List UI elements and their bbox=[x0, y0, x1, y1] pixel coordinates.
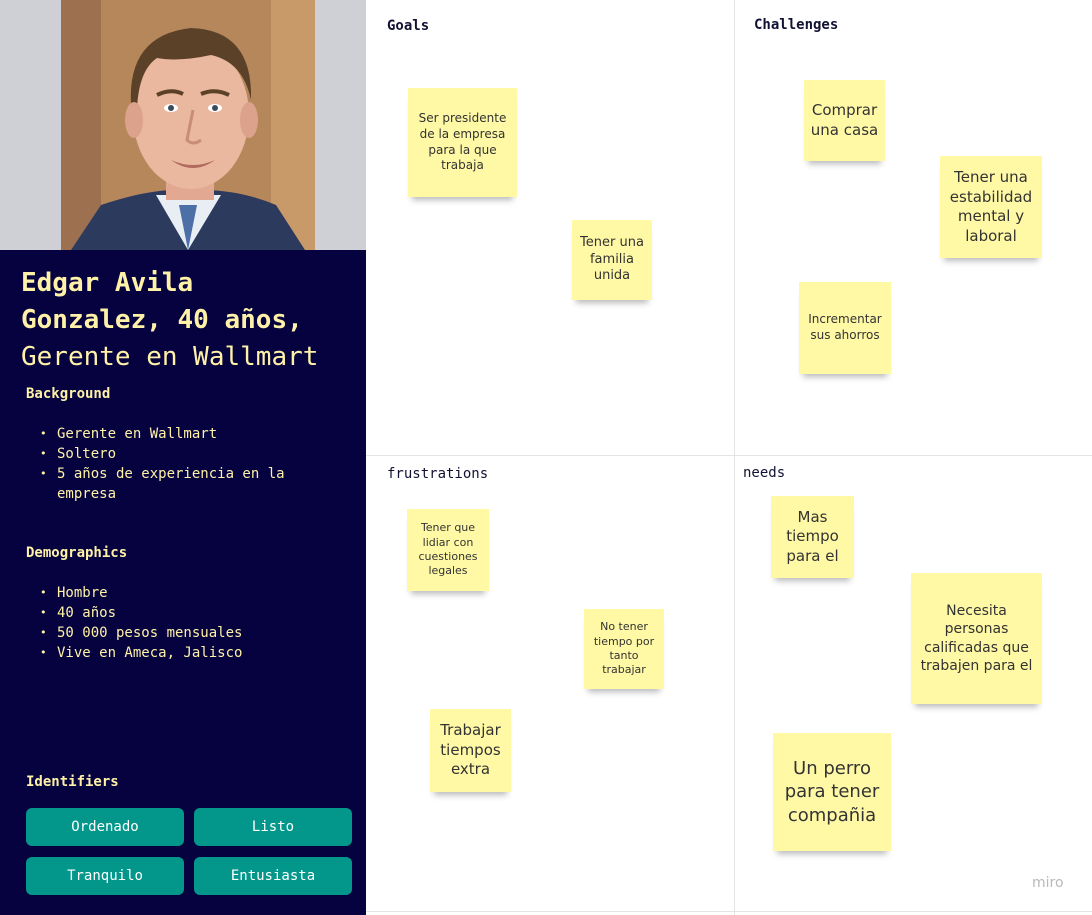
persona-photo bbox=[61, 0, 315, 250]
demographics-title: Demographics bbox=[26, 545, 128, 561]
needs-title: needs bbox=[743, 465, 786, 481]
sticky-note-challenge[interactable]: Incrementar sus ahorros bbox=[799, 282, 891, 374]
persona-panel: Edgar Avila Gonzalez, 40 años, Gerente e… bbox=[0, 0, 366, 915]
sticky-note-frustration[interactable]: Trabajar tiempos extra bbox=[430, 709, 511, 792]
miro-logo: miro bbox=[1032, 875, 1064, 891]
background-item: Gerente en Wallmart bbox=[38, 424, 338, 444]
persona-name-line1: Edgar Avila bbox=[21, 268, 194, 298]
demographics-item: Vive en Ameca, Jalisco bbox=[38, 643, 338, 663]
board-divider-vertical bbox=[734, 0, 735, 915]
demographics-list: Hombre 40 años 50 000 pesos mensuales Vi… bbox=[38, 583, 338, 663]
sticky-note-goal[interactable]: Tener una familia unida bbox=[572, 220, 652, 300]
sticky-note-frustration[interactable]: Tener que lidiar con cuestiones legales bbox=[407, 509, 489, 591]
demographics-item: 50 000 pesos mensuales bbox=[38, 623, 338, 643]
persona-role: Gerente en Wallmart bbox=[21, 342, 319, 372]
identifiers-title: Identifiers bbox=[26, 774, 119, 790]
identifier-tag-tranquilo[interactable]: Tranquilo bbox=[26, 857, 184, 895]
frustrations-title: frustrations bbox=[387, 466, 489, 482]
sticky-note-need[interactable]: Un perro para tener compañia bbox=[773, 733, 891, 851]
identifier-tag-entusiasta[interactable]: Entusiasta bbox=[194, 857, 352, 895]
sticky-note-need[interactable]: Mas tiempo para el bbox=[771, 496, 854, 578]
demographics-item: Hombre bbox=[38, 583, 338, 603]
challenges-title: Challenges bbox=[754, 17, 839, 33]
sticky-note-need[interactable]: Necesita personas calificadas que trabaj… bbox=[911, 573, 1042, 704]
background-list: Gerente en Wallmart Soltero 5 años de ex… bbox=[38, 424, 338, 504]
identifier-tag-ordenado[interactable]: Ordenado bbox=[26, 808, 184, 846]
identifier-tag-listo[interactable]: Listo bbox=[194, 808, 352, 846]
demographics-item: 40 años bbox=[38, 603, 338, 623]
board-divider-horizontal bbox=[366, 455, 1092, 456]
persona-name-line2: Gonzalez, 40 años, bbox=[21, 305, 303, 335]
board-bottom-border bbox=[366, 911, 1092, 912]
goals-title: Goals bbox=[387, 18, 430, 34]
background-title: Background bbox=[26, 386, 111, 402]
background-item: 5 años de experiencia en la empresa bbox=[38, 464, 338, 504]
persona-portrait-image bbox=[61, 0, 315, 250]
sticky-note-challenge[interactable]: Comprar una casa bbox=[804, 80, 885, 161]
sticky-note-goal[interactable]: Ser presidente de la empresa para la que… bbox=[408, 88, 517, 197]
sticky-note-frustration[interactable]: No tener tiempo por tanto trabajar bbox=[584, 609, 664, 689]
sticky-note-challenge[interactable]: Tener una estabilidad mental y laboral bbox=[940, 156, 1042, 258]
background-item: Soltero bbox=[38, 444, 338, 464]
